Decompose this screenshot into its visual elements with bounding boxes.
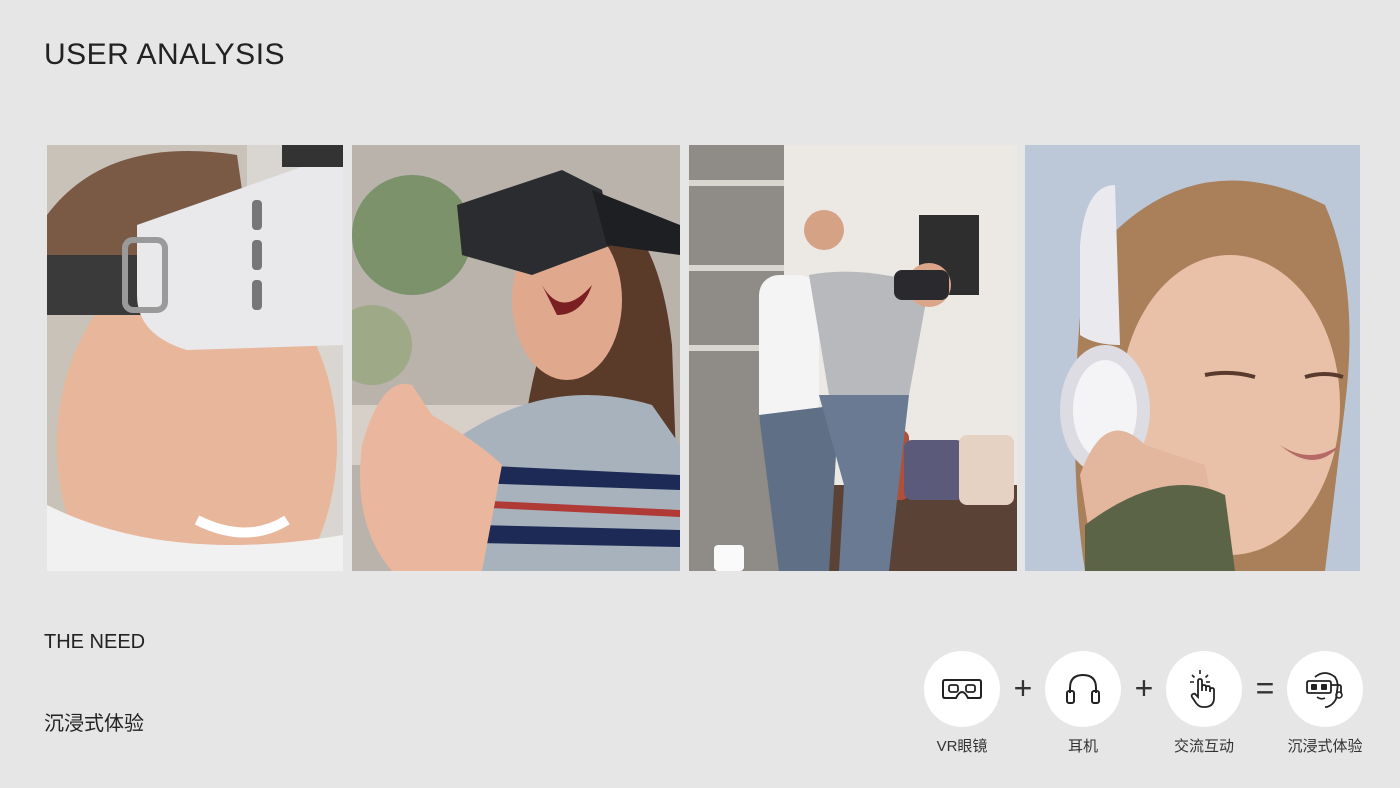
need-text: 沉浸式体验 xyxy=(44,713,144,735)
need-title: THE NEED xyxy=(44,631,146,653)
equals-operator: = xyxy=(1255,670,1275,706)
interaction-label: 交流互动 xyxy=(1173,738,1234,755)
photo-vr-woman xyxy=(352,145,680,571)
headphones-woman-photo xyxy=(1025,145,1360,571)
vr-glasses-label: VR眼镜 xyxy=(936,738,988,755)
page-title: USER ANALYSIS xyxy=(44,38,286,71)
vr-glasses-circle xyxy=(924,651,1000,727)
plus-operator-1: + xyxy=(1013,670,1033,706)
headphones-circle xyxy=(1045,651,1121,727)
vr-headset-woman-photo xyxy=(352,145,680,571)
plus-operator-2: + xyxy=(1134,670,1154,706)
headphones-label: 耳机 xyxy=(1067,738,1098,755)
photo-vr-couple xyxy=(689,145,1017,571)
headphones-icon xyxy=(1066,673,1100,704)
immersive-user-icon xyxy=(1306,672,1343,708)
immersive-circle xyxy=(1287,651,1363,727)
immersive-label: 沉浸式体验 xyxy=(1287,738,1363,755)
vr-headset-man-photo xyxy=(47,145,343,571)
vr-glasses-icon xyxy=(942,679,982,699)
photo-vr-man xyxy=(47,145,343,571)
photo-headphones-woman xyxy=(1025,145,1360,571)
vr-couple-living-room-photo xyxy=(689,145,1017,571)
tap-gesture-icon xyxy=(1190,670,1215,708)
interaction-circle xyxy=(1166,651,1242,727)
